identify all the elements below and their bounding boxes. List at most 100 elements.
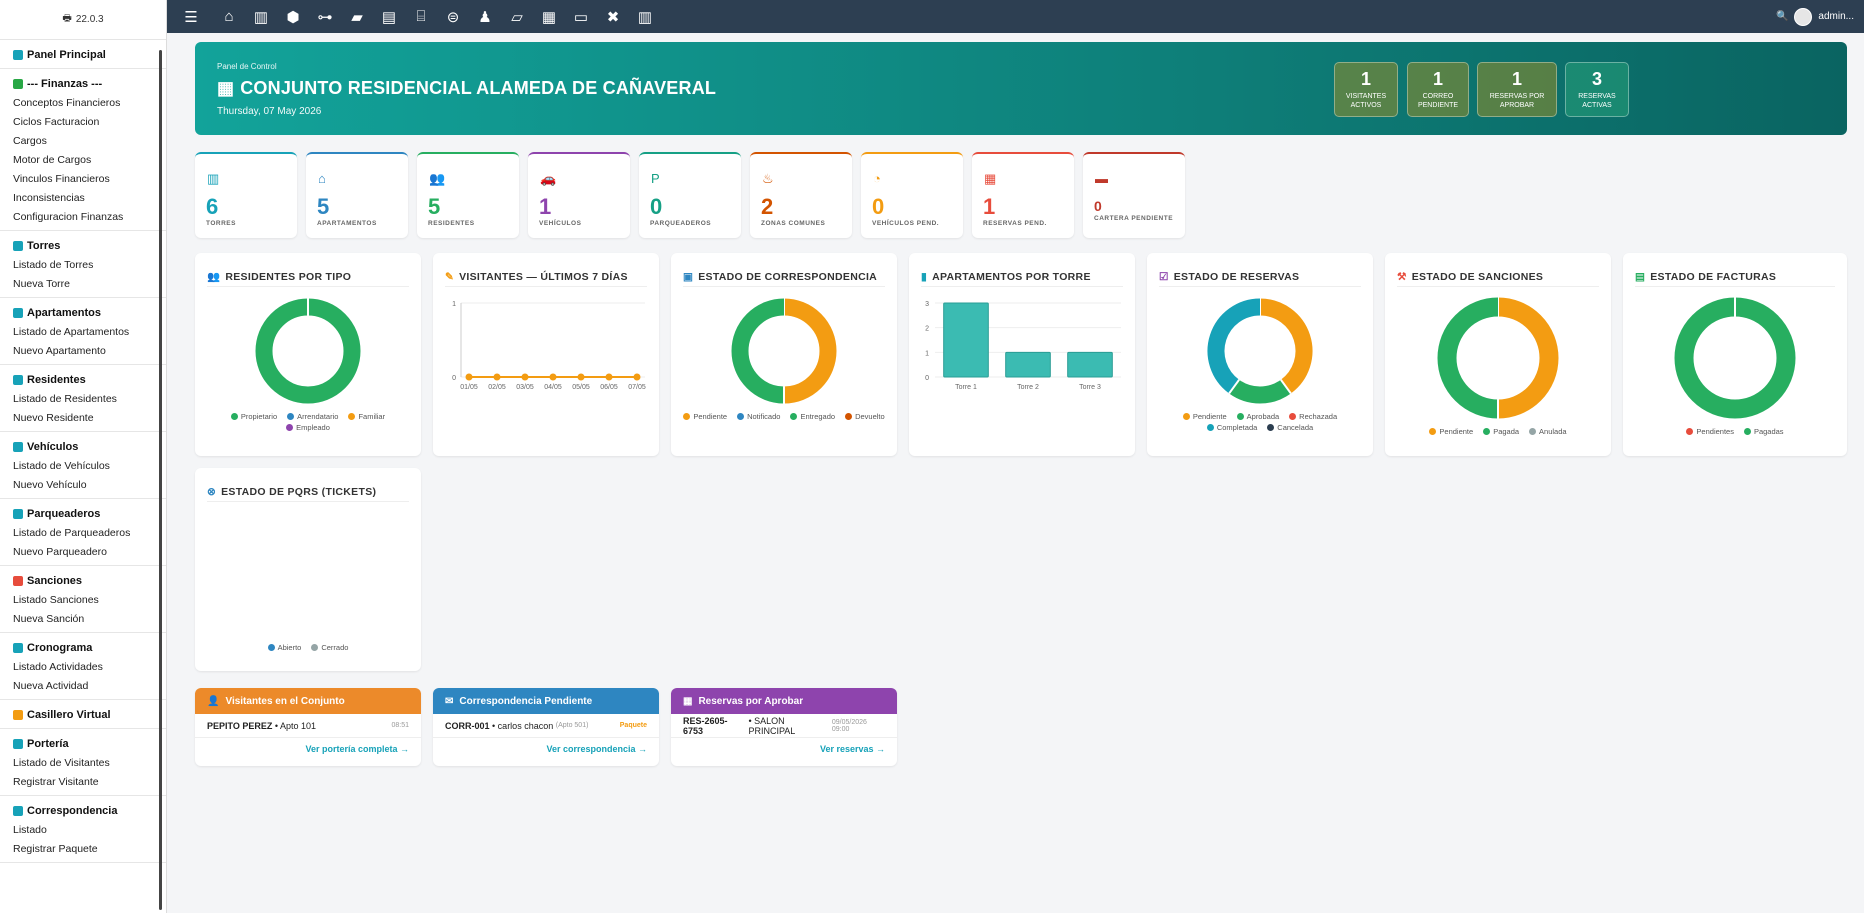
bar[interactable] — [943, 302, 989, 378]
legend-item[interactable]: Devuelto — [845, 412, 885, 421]
user-name[interactable]: admin... — [1818, 11, 1854, 22]
legend-item[interactable]: Pagada — [1483, 427, 1519, 436]
search-dollar-icon[interactable]: ⊜ — [437, 0, 469, 33]
sidebar-item[interactable]: Nueva Actividad — [0, 677, 166, 696]
sidebar-item[interactable]: Cargos — [0, 132, 166, 151]
donut-slice[interactable] — [1497, 297, 1559, 419]
bar[interactable] — [1005, 351, 1051, 378]
legend-item[interactable]: Propietario — [230, 412, 277, 421]
sidebar-heading[interactable]: Sanciones — [0, 571, 166, 591]
sidebar-item[interactable]: Registrar Paquete — [0, 840, 166, 859]
kpi-card[interactable]: ♨ 2 ZONAS COMUNES — [750, 152, 852, 238]
data-point[interactable] — [633, 373, 641, 381]
sidebar-heading[interactable]: Correspondencia — [0, 801, 166, 821]
legend-item[interactable]: Aprobada — [1236, 412, 1279, 421]
sidebar-item[interactable]: Conceptos Financieros — [0, 94, 166, 113]
donut-slice[interactable] — [1437, 297, 1499, 419]
sidebar-item[interactable]: Ciclos Facturacion — [0, 113, 166, 132]
donut-slice[interactable] — [1207, 298, 1261, 394]
sidebar-item[interactable]: Listado — [0, 821, 166, 840]
data-point[interactable] — [577, 373, 585, 381]
kpi-card[interactable]: P 0 PARQUEADEROS — [639, 152, 741, 238]
menu-icon[interactable]: ☰ — [175, 0, 207, 33]
ver-reservas-link[interactable]: Ver reservas → — [671, 738, 897, 760]
sidebar-heading[interactable]: Portería — [0, 734, 166, 754]
legend-item[interactable]: Notificado — [737, 412, 780, 421]
legend-item[interactable]: Pendiente — [1182, 412, 1227, 421]
donut-slice[interactable] — [255, 298, 361, 404]
avatar[interactable] — [1794, 7, 1813, 26]
legend-item[interactable]: Entregado — [790, 412, 835, 421]
sidebar-heading[interactable]: Casillero Virtual — [0, 705, 166, 725]
sidebar-item[interactable]: Motor de Cargos — [0, 151, 166, 170]
invoice-icon[interactable]: ▤ — [373, 0, 405, 33]
kpi-card[interactable]: 👥 5 RESIDENTES — [417, 152, 519, 238]
sidebar-item[interactable]: Nueva Torre — [0, 275, 166, 294]
hero-stat[interactable]: 1 CORREO PENDIENTE — [1407, 62, 1469, 117]
sitemap-icon[interactable]: ⊶ — [309, 0, 341, 33]
sidebar-heading[interactable]: Residentes — [0, 370, 166, 390]
donut-slice[interactable] — [783, 298, 837, 404]
sidebar-item[interactable]: Nueva Sanción — [0, 610, 166, 629]
sidebar-heading[interactable]: Panel Principal — [0, 45, 166, 65]
print-icon[interactable]: 🖶 — [62, 11, 71, 28]
hero-stat[interactable]: 1 VISITANTES ACTIVOS — [1334, 62, 1398, 117]
folder-open-icon[interactable]: ▱ — [501, 0, 533, 33]
list-item[interactable]: PEPITO PEREZ • Apto 101 08:51 — [195, 714, 421, 738]
legend-item[interactable]: Familiar — [348, 412, 385, 421]
search-icon[interactable]: 🔍 — [1776, 11, 1788, 22]
kpi-card[interactable]: ⌂ 5 APARTAMENTOS — [306, 152, 408, 238]
sidebar-scrollbar[interactable] — [159, 50, 162, 910]
legend-item[interactable]: Pendiente — [683, 412, 727, 421]
legend-item[interactable]: Completada — [1206, 423, 1257, 432]
kpi-card[interactable]: ▦ 1 RESERVAS PEND. — [972, 152, 1074, 238]
ver-porteria-link[interactable]: Ver portería completa → — [195, 738, 421, 760]
cube-icon[interactable]: ⬢ — [277, 0, 309, 33]
sidebar-item[interactable]: Listado de Torres — [0, 256, 166, 275]
sidebar-heading[interactable]: Apartamentos — [0, 303, 166, 323]
list-item[interactable]: CORR-001 • carlos chacon (Apto 501) Paque… — [433, 714, 659, 738]
sidebar-item[interactable]: Listado de Visitantes — [0, 754, 166, 773]
legend-item[interactable]: Rechazada — [1289, 412, 1337, 421]
sidebar-item[interactable]: Listado Sanciones — [0, 591, 166, 610]
ver-correspondencia-link[interactable]: Ver correspondencia → — [433, 738, 659, 760]
calendar-icon[interactable]: ▦ — [533, 0, 565, 33]
legend-item[interactable]: Pendientes — [1686, 427, 1734, 436]
data-point[interactable] — [465, 373, 473, 381]
kpi-card[interactable]: 🚗 1 VEHÍCULOS — [528, 152, 630, 238]
sidebar-item[interactable]: Registrar Visitante — [0, 773, 166, 792]
user-tie-icon[interactable]: ♟ — [469, 0, 501, 33]
donut-slice[interactable] — [1229, 379, 1291, 404]
donut-slice[interactable] — [1674, 297, 1796, 419]
data-point[interactable] — [549, 373, 557, 381]
donut-slice[interactable] — [1259, 298, 1313, 394]
sidebar-heading[interactable]: Torres — [0, 236, 166, 256]
sidebar-heading[interactable]: Vehículos — [0, 437, 166, 457]
legend-item[interactable]: Anulada — [1529, 427, 1567, 436]
sidebar-item[interactable]: Listado de Residentes — [0, 390, 166, 409]
briefcase-icon[interactable]: ▰ — [341, 0, 373, 33]
kpi-card[interactable]: ▥ 6 TORRES — [195, 152, 297, 238]
sidebar-item[interactable]: Listado de Apartamentos — [0, 323, 166, 342]
legend-item[interactable]: Pagadas — [1743, 427, 1784, 436]
legend-item[interactable]: Cerrado — [311, 643, 348, 652]
legend-item[interactable]: Abierto — [267, 643, 301, 652]
sidebar-heading[interactable]: --- Finanzas --- — [0, 74, 166, 94]
data-point[interactable] — [493, 373, 501, 381]
data-point[interactable] — [605, 373, 613, 381]
sidebar-item[interactable]: Listado Actividades — [0, 658, 166, 677]
legend-item[interactable]: Empleado — [286, 423, 330, 432]
sidebar-item[interactable]: Nuevo Apartamento — [0, 342, 166, 361]
sidebar-item[interactable]: Nuevo Residente — [0, 409, 166, 428]
sidebar-item[interactable]: Vinculos Financieros — [0, 170, 166, 189]
home-icon[interactable]: ⌂ — [213, 0, 245, 33]
sidebar-item[interactable]: Inconsistencias — [0, 189, 166, 208]
hero-stat[interactable]: 1 RESERVAS POR APROBAR — [1477, 62, 1557, 117]
bank-icon[interactable]: ⌸ — [405, 0, 437, 33]
data-point[interactable] — [521, 373, 529, 381]
kpi-card[interactable]: ▬ 0 CARTERA PENDIENTE — [1083, 152, 1185, 238]
sidebar-item[interactable]: Nuevo Vehículo — [0, 476, 166, 495]
legend-item[interactable]: Cancelada — [1267, 423, 1313, 432]
sidebar-item[interactable]: Listado de Parqueaderos — [0, 524, 166, 543]
sidebar-item[interactable]: Configuracion Finanzas — [0, 208, 166, 227]
